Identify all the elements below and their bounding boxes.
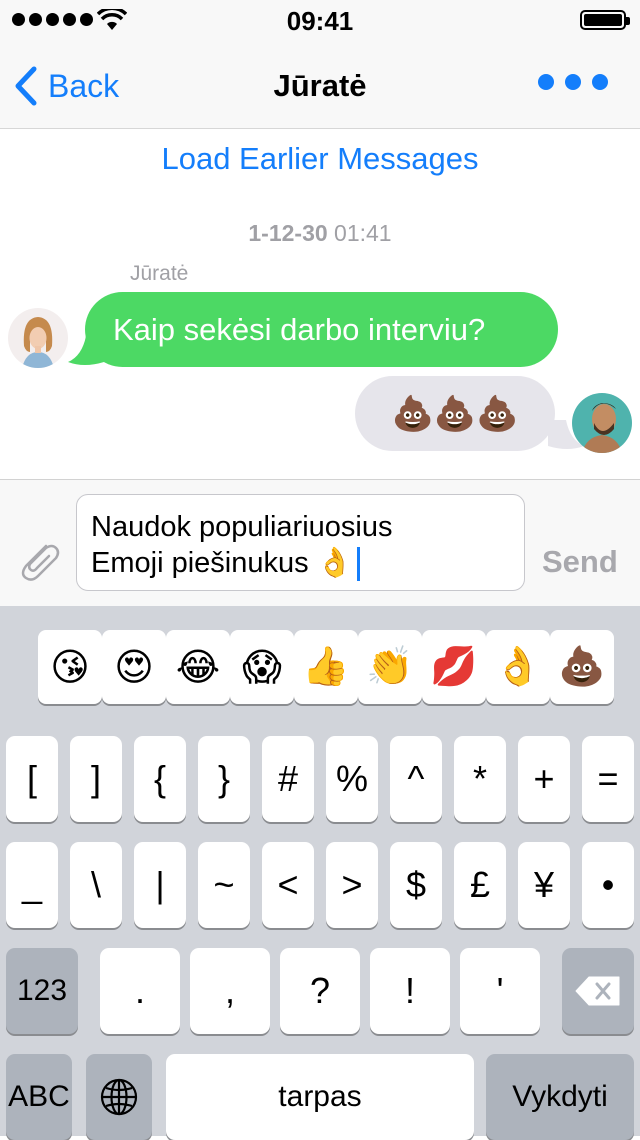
key-yen[interactable]: ¥ [518,842,570,928]
input-line-2: Emoji piešinukus 👌 [91,547,353,579]
key-exclamation[interactable]: ! [370,948,450,1034]
key-plus[interactable]: + [518,736,570,822]
globe-icon [100,1078,138,1116]
key-return[interactable]: Vykdyti [486,1054,634,1140]
emoji-key-scream[interactable]: 😱 [230,630,294,704]
key-backslash[interactable]: \ [70,842,122,928]
emoji-key-heart-eyes[interactable]: 😍 [102,630,166,704]
key-greater-than[interactable]: > [326,842,378,928]
input-line-1: Naudok populiariuosius [91,511,393,543]
emoji-key-lips[interactable]: 💋 [422,630,486,704]
key-apostrophe[interactable]: ' [460,948,540,1034]
key-asterisk[interactable]: * [454,736,506,822]
key-percent[interactable]: % [326,736,378,822]
send-button[interactable]: Send [542,544,618,580]
message-timestamp: 1-12-30 01:41 [0,220,640,247]
key-caret[interactable]: ^ [390,736,442,822]
emoji-key-thumbs-up[interactable]: 👍 [294,630,358,704]
contact-avatar[interactable] [8,308,68,368]
message-input[interactable]: Naudok populiariuosius Emoji piešinukus … [76,494,525,591]
battery-icon [580,10,630,30]
more-dots-icon[interactable] [538,74,608,90]
timestamp-time: 01:41 [334,220,392,246]
key-underscore[interactable]: _ [6,842,58,928]
key-close-brace[interactable]: } [198,736,250,822]
key-tilde[interactable]: ~ [198,842,250,928]
text-caret [356,547,360,582]
user-avatar[interactable] [572,393,632,453]
load-earlier-button[interactable]: Load Earlier Messages [0,141,640,177]
key-open-bracket[interactable]: [ [6,736,58,822]
key-bullet[interactable]: • [582,842,634,928]
key-delete[interactable] [562,948,634,1034]
key-pound[interactable]: £ [454,842,506,928]
delete-icon [575,976,620,1006]
incoming-message-text: Kaip sekėsi darbo interviu? [113,311,486,347]
incoming-message-bubble[interactable]: Kaip sekėsi darbo interviu? [85,292,558,367]
key-mode-123[interactable]: 123 [6,948,78,1034]
key-comma[interactable]: , [190,948,270,1034]
key-dollar[interactable]: $ [390,842,442,928]
input-toolbar: Naudok populiariuosius Emoji piešinukus … [0,479,640,607]
timestamp-date: 1-12-30 [248,220,328,246]
emoji-key-poop[interactable]: 💩 [550,630,614,704]
key-less-than[interactable]: < [262,842,314,928]
key-period[interactable]: . [100,948,180,1034]
navigation-bar: Back Jūratė [0,40,640,129]
status-time: 09:41 [286,6,354,36]
key-hash[interactable]: # [262,736,314,822]
key-space[interactable]: tarpas [166,1054,474,1140]
emoji-key-tears-of-joy[interactable]: 😂 [166,630,230,704]
key-equals[interactable]: = [582,736,634,822]
status-bar: 09:41 [0,0,640,40]
emoji-key-clap[interactable]: 👏 [358,630,422,704]
keyboard: 😘 😍 😂 😱 👍 👏 💋 👌 💩 [ ] { } # % ^ * + = _ … [0,606,640,1140]
outgoing-message-bubble[interactable]: 💩💩💩 [355,376,555,451]
key-open-brace[interactable]: { [134,736,186,822]
outgoing-message-text: 💩💩💩 [391,394,519,433]
sender-name: Jūratė [130,262,189,285]
key-pipe[interactable]: | [134,842,186,928]
key-question[interactable]: ? [280,948,360,1034]
emoji-key-kiss[interactable]: 😘 [38,630,102,704]
key-close-bracket[interactable]: ] [70,736,122,822]
emoji-key-ok-hand[interactable]: 👌 [486,630,550,704]
key-globe[interactable] [86,1054,152,1140]
key-abc[interactable]: ABC [6,1054,72,1140]
paperclip-icon[interactable] [16,538,62,584]
